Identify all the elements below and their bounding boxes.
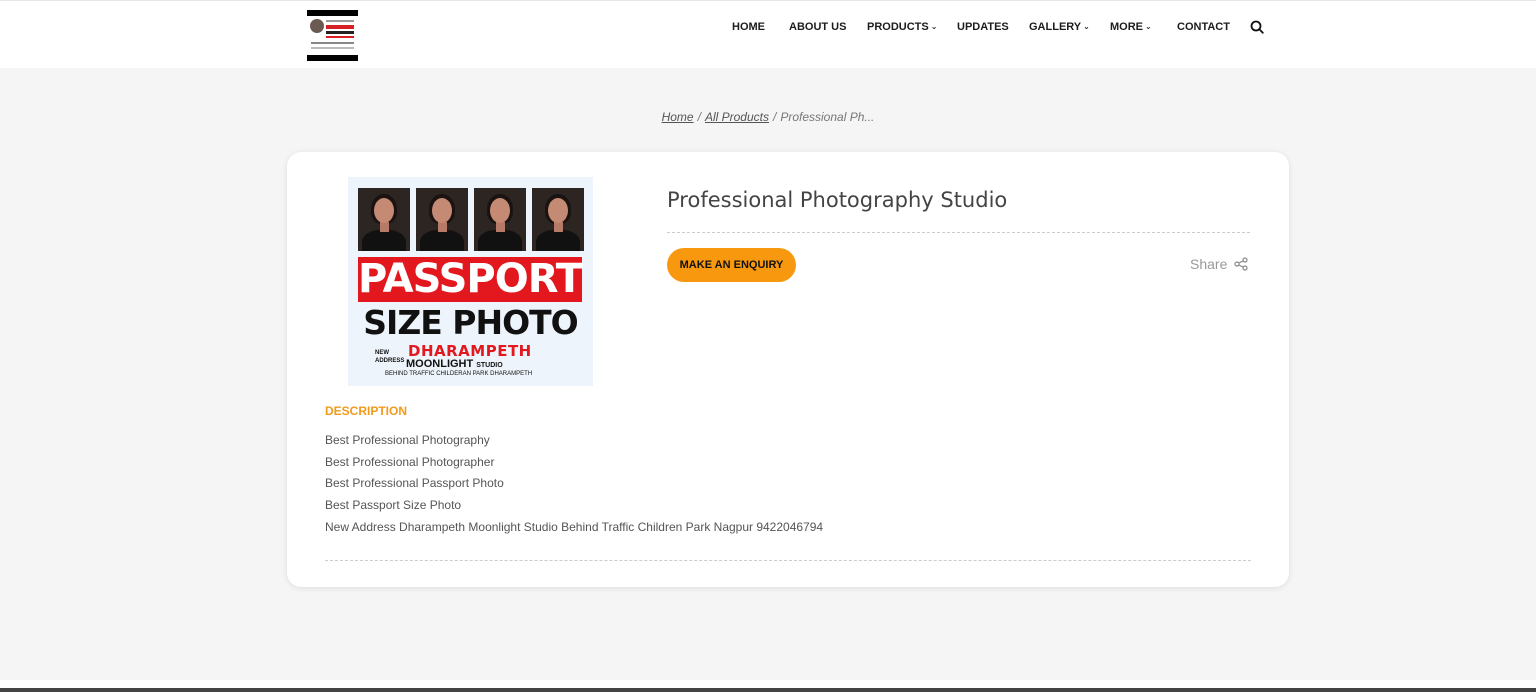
nav-updates-label: UPDATES bbox=[957, 21, 1009, 33]
image-studio-name-text: MOONLIGHT bbox=[406, 358, 474, 370]
search-icon[interactable] bbox=[1250, 20, 1264, 34]
breadcrumb-separator: / bbox=[697, 110, 701, 124]
description-line: New Address Dharampeth Moonlight Studio … bbox=[325, 519, 824, 534]
chevron-down-icon: ⌄ bbox=[1083, 22, 1090, 31]
nav-home-label: HOME bbox=[732, 21, 765, 33]
description-body: Best Professional Photography Best Profe… bbox=[325, 430, 823, 539]
image-landmark: BEHIND TRAFFIC CHILDERAN PARK DHARAMPETH bbox=[385, 371, 533, 377]
passport-photo bbox=[358, 188, 410, 251]
image-new-address-line2: ADDRESS bbox=[375, 358, 405, 364]
image-new-address: NEW ADDRESS bbox=[375, 349, 404, 365]
chevron-down-icon: ⌄ bbox=[1145, 22, 1152, 31]
nav-gallery-label: GALLERY bbox=[1029, 21, 1082, 33]
passport-photo bbox=[416, 188, 468, 251]
site-header: HOME ABOUT US PRODUCTS ⌄ UPDATES GALLERY ⌄… bbox=[0, 0, 1536, 68]
passport-photo bbox=[532, 188, 584, 251]
nav-gallery[interactable]: GALLERY ⌄ bbox=[1029, 21, 1090, 33]
nav-products-label: PRODUCTS bbox=[867, 21, 929, 33]
breadcrumb-all-products-link[interactable]: All Products bbox=[705, 110, 769, 124]
description-line: Best Professional Photography bbox=[325, 433, 490, 447]
description-line: Best Professional Photographer bbox=[325, 454, 495, 469]
nav-updates[interactable]: UPDATES bbox=[957, 21, 1009, 33]
nav-contact-label: CONTACT bbox=[1177, 21, 1230, 33]
product-title: Professional Photography Studio bbox=[667, 188, 1008, 212]
share-button[interactable]: Share bbox=[1190, 256, 1248, 272]
passport-photo bbox=[474, 188, 526, 251]
divider bbox=[325, 560, 1251, 561]
description-line: Best Passport Size Photo bbox=[325, 498, 462, 513]
nav-more-label: MORE bbox=[1110, 21, 1143, 33]
image-studio-suffix: STUDIO bbox=[476, 362, 503, 369]
image-subheadline: SIZE PHOTO bbox=[363, 303, 578, 342]
image-studio-name: MOONLIGHT STUDIO bbox=[406, 358, 503, 370]
description-heading: DESCRIPTION bbox=[325, 404, 408, 418]
nav-contact[interactable]: CONTACT bbox=[1177, 21, 1230, 33]
make-enquiry-button[interactable]: MAKE AN ENQUIRY bbox=[667, 248, 796, 282]
nav-home[interactable]: HOME bbox=[732, 21, 765, 33]
description-line: Best Professional Passport Photo bbox=[325, 476, 504, 491]
nav-more[interactable]: MORE ⌄ bbox=[1110, 21, 1152, 33]
nav-about-us-label: ABOUT US bbox=[789, 21, 847, 33]
site-logo[interactable] bbox=[307, 10, 358, 61]
breadcrumb-separator: / bbox=[772, 110, 777, 124]
nav-products[interactable]: PRODUCTS ⌄ bbox=[867, 21, 937, 33]
image-new-address-line1: NEW bbox=[375, 350, 389, 356]
chevron-down-icon: ⌄ bbox=[930, 22, 938, 31]
breadcrumb: Home / All Products / Professional Ph... bbox=[0, 110, 1536, 124]
share-icon bbox=[1234, 257, 1248, 271]
image-headline: PASSPORT bbox=[358, 256, 583, 302]
footer-banner-edge bbox=[0, 680, 1536, 692]
nav-about-us[interactable]: ABOUT US bbox=[789, 21, 846, 33]
passport-photo-strip bbox=[358, 188, 584, 251]
breadcrumb-home-link[interactable]: Home bbox=[662, 110, 694, 124]
share-label: Share bbox=[1190, 256, 1228, 272]
divider bbox=[667, 232, 1250, 233]
product-card: PASSPORT SIZE PHOTO NEW ADDRESS DHARAMPET… bbox=[287, 152, 1289, 587]
product-image[interactable]: PASSPORT SIZE PHOTO NEW ADDRESS DHARAMPET… bbox=[348, 177, 593, 386]
breadcrumb-current: Professional Ph... bbox=[780, 110, 875, 124]
